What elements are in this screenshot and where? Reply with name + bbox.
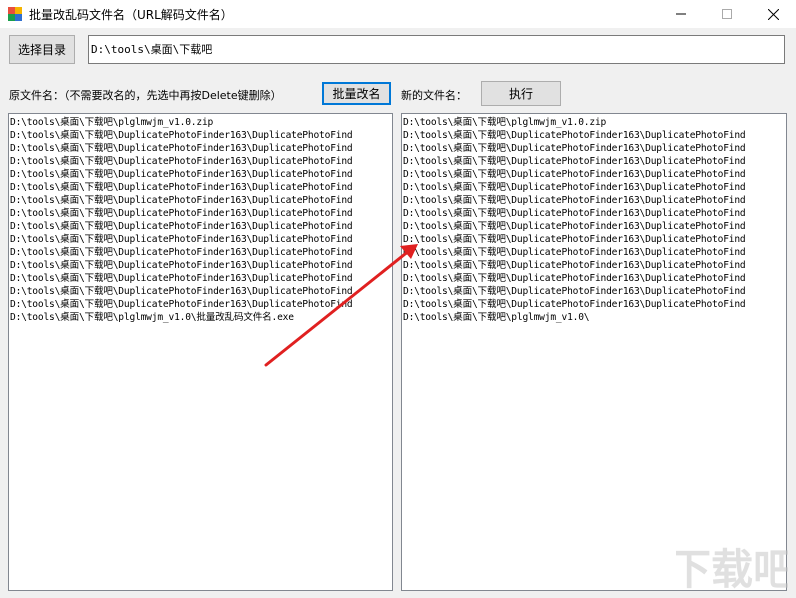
new-files-list[interactable]: D:\tools\桌面\下载吧\plglmwjm_v1.0.zip D:\tool… <box>401 113 787 591</box>
list-item[interactable]: D:\tools\桌面\下载吧\DuplicatePhotoFinder163\… <box>403 168 786 181</box>
list-item[interactable]: D:\tools\桌面\下载吧\DuplicatePhotoFinder163\… <box>10 207 392 220</box>
list-item[interactable]: D:\tools\桌面\下载吧\DuplicatePhotoFinder163\… <box>10 181 392 194</box>
maximize-icon <box>722 9 732 19</box>
minimize-button[interactable] <box>658 0 704 28</box>
list-item[interactable]: D:\tools\桌面\下载吧\DuplicatePhotoFinder163\… <box>10 246 392 259</box>
original-files-list[interactable]: D:\tools\桌面\下载吧\plglmwjm_v1.0.zip D:\tool… <box>8 113 393 591</box>
list-item[interactable]: D:\tools\桌面\下载吧\DuplicatePhotoFinder163\… <box>10 233 392 246</box>
directory-path-input[interactable]: D:\tools\桌面\下载吧 <box>88 35 785 64</box>
new-files-lines: D:\tools\桌面\下载吧\plglmwjm_v1.0.zip D:\tool… <box>403 116 786 324</box>
list-item[interactable]: D:\tools\桌面\下载吧\DuplicatePhotoFinder163\… <box>10 155 392 168</box>
list-item[interactable]: D:\tools\桌面\下载吧\DuplicatePhotoFinder163\… <box>403 142 786 155</box>
list-item[interactable]: D:\tools\桌面\下载吧\DuplicatePhotoFinder163\… <box>10 220 392 233</box>
list-item[interactable]: D:\tools\桌面\下载吧\DuplicatePhotoFinder163\… <box>10 168 392 181</box>
list-item[interactable]: D:\tools\桌面\下载吧\DuplicatePhotoFinder163\… <box>10 259 392 272</box>
list-item[interactable]: D:\tools\桌面\下载吧\DuplicatePhotoFinder163\… <box>403 233 786 246</box>
list-item[interactable]: D:\tools\桌面\下载吧\DuplicatePhotoFinder163\… <box>10 129 392 142</box>
list-item[interactable]: D:\tools\桌面\下载吧\DuplicatePhotoFinder163\… <box>403 220 786 233</box>
list-item[interactable]: D:\tools\桌面\下载吧\DuplicatePhotoFinder163\… <box>403 259 786 272</box>
list-item[interactable]: D:\tools\桌面\下载吧\plglmwjm_v1.0.zip <box>10 116 392 129</box>
list-item[interactable]: D:\tools\桌面\下载吧\DuplicatePhotoFinder163\… <box>403 285 786 298</box>
select-directory-button[interactable]: 选择目录 <box>9 35 75 64</box>
list-item[interactable]: D:\tools\桌面\下载吧\DuplicatePhotoFinder163\… <box>10 142 392 155</box>
close-icon <box>767 8 779 20</box>
original-files-label: 原文件名：（不需要改名的，先选中再按Delete键删除） <box>9 89 282 102</box>
list-item[interactable]: D:\tools\桌面\下载吧\DuplicatePhotoFinder163\… <box>403 272 786 285</box>
list-item[interactable]: D:\tools\桌面\下载吧\DuplicatePhotoFinder163\… <box>10 285 392 298</box>
list-item[interactable]: D:\tools\桌面\下载吧\DuplicatePhotoFinder163\… <box>403 194 786 207</box>
list-item[interactable]: D:\tools\桌面\下载吧\DuplicatePhotoFinder163\… <box>403 207 786 220</box>
close-button[interactable] <box>750 0 796 28</box>
original-files-lines: D:\tools\桌面\下载吧\plglmwjm_v1.0.zip D:\tool… <box>10 116 392 324</box>
list-item[interactable]: D:\tools\桌面\下载吧\DuplicatePhotoFinder163\… <box>403 155 786 168</box>
title-bar: 批量改乱码文件名（URL解码文件名） <box>0 0 796 28</box>
list-item[interactable]: D:\tools\桌面\下载吧\plglmwjm_v1.0\ <box>403 311 786 324</box>
window-title: 批量改乱码文件名（URL解码文件名） <box>29 8 233 22</box>
execute-button[interactable]: 执行 <box>481 81 561 106</box>
list-item[interactable]: D:\tools\桌面\下载吧\DuplicatePhotoFinder163\… <box>10 194 392 207</box>
list-item[interactable]: D:\tools\桌面\下载吧\DuplicatePhotoFinder163\… <box>403 246 786 259</box>
list-item[interactable]: D:\tools\桌面\下载吧\DuplicatePhotoFinder163\… <box>10 272 392 285</box>
svg-text:下载吧: 下载吧 <box>676 545 788 594</box>
list-item[interactable]: D:\tools\桌面\下载吧\DuplicatePhotoFinder163\… <box>10 298 392 311</box>
batch-rename-button[interactable]: 批量改名 <box>322 82 391 105</box>
list-item[interactable]: D:\tools\桌面\下载吧\plglmwjm_v1.0.zip <box>403 116 786 129</box>
list-item[interactable]: D:\tools\桌面\下载吧\DuplicatePhotoFinder163\… <box>403 181 786 194</box>
watermark-logo: 下载吧 <box>676 545 788 594</box>
new-files-label: 新的文件名： <box>401 89 467 102</box>
list-item[interactable]: D:\tools\桌面\下载吧\plglmwjm_v1.0\批量改乱码文件名.e… <box>10 311 392 324</box>
list-item[interactable]: D:\tools\桌面\下载吧\DuplicatePhotoFinder163\… <box>403 298 786 311</box>
minimize-icon <box>676 13 686 15</box>
list-item[interactable]: D:\tools\桌面\下载吧\DuplicatePhotoFinder163\… <box>403 129 786 142</box>
app-icon <box>8 7 22 21</box>
maximize-button[interactable] <box>704 0 750 28</box>
